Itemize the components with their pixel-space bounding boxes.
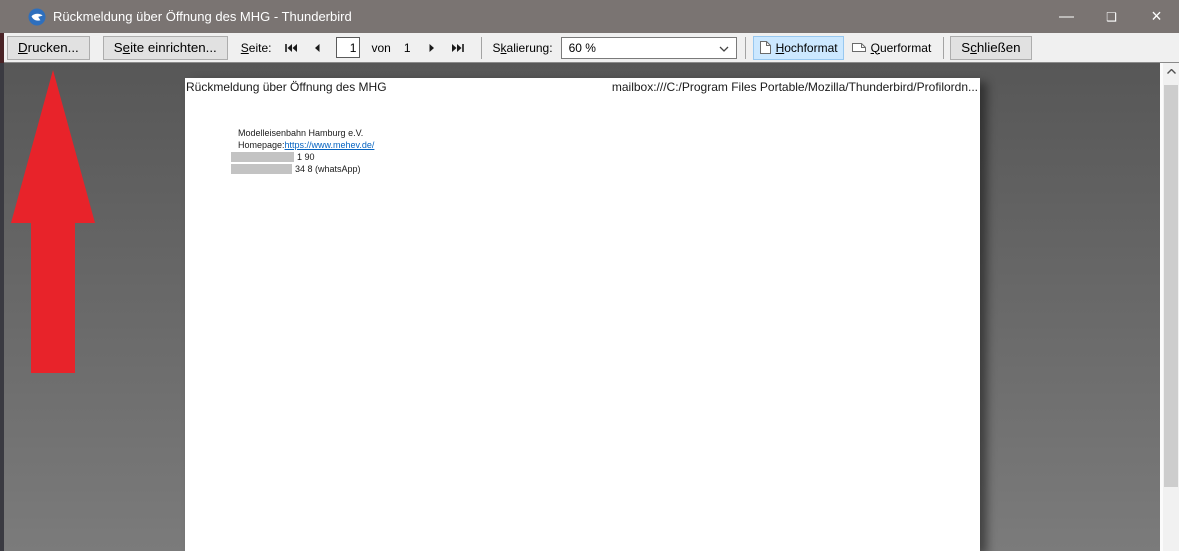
- redaction-box: [231, 152, 294, 162]
- phone-fragment: 1 90: [297, 152, 315, 162]
- portrait-page-icon: [759, 41, 771, 54]
- toolbar-separator: [943, 36, 945, 59]
- print-button-label: Drucken...: [18, 40, 79, 55]
- minimize-icon[interactable]: —: [1044, 0, 1089, 33]
- scale-dropdown-value: 60 %: [568, 40, 596, 55]
- red-arrow-annotation: [11, 70, 95, 373]
- page-label: Seite:: [240, 40, 272, 55]
- page-setup-button[interactable]: Seite einrichten...: [102, 35, 228, 60]
- homepage-link[interactable]: https://www.mehev.de/: [285, 139, 375, 151]
- print-preview-toolbar: Drucken... Seite einrichten... Seite: vo…: [0, 33, 1179, 63]
- thunderbird-app-icon: [28, 8, 46, 26]
- phone-line: 1 90: [231, 151, 374, 163]
- landscape-button[interactable]: Querformat: [845, 36, 938, 60]
- previous-page-icon[interactable]: [307, 38, 327, 58]
- whatsapp-line: 34 8 (whatsApp): [231, 163, 374, 175]
- print-button[interactable]: Drucken...: [7, 35, 90, 60]
- scroll-up-icon[interactable]: [1163, 63, 1179, 80]
- caption-buttons: — ❑ ×: [1044, 0, 1179, 33]
- toolbar-separator: [744, 36, 746, 59]
- page-header: Rückmeldung über Öffnung des MHG mailbox…: [186, 80, 978, 94]
- toolbar-separator: [480, 36, 482, 59]
- homepage-label: Homepage:: [238, 140, 285, 150]
- scale-label: Skalierung:: [492, 40, 553, 55]
- redaction-box: [231, 164, 292, 174]
- thunderbird-print-preview-window: Rückmeldung über Öffnung des MHG - Thund…: [0, 0, 1179, 551]
- org-name-line: Modelleisenbahn Hamburg e.V.: [238, 128, 364, 138]
- close-preview-button[interactable]: Schließen: [950, 35, 1032, 60]
- scale-dropdown[interactable]: 60 %: [560, 36, 737, 59]
- page-header-title: Rückmeldung über Öffnung des MHG: [186, 80, 387, 94]
- whatsapp-fragment: 34 8 (whatsApp): [295, 164, 361, 174]
- homepage-line: Homepage: https://www.mehev.de/: [238, 139, 374, 151]
- first-page-icon[interactable]: [281, 38, 301, 58]
- preview-area: Rückmeldung über Öffnung des MHG mailbox…: [0, 63, 1163, 551]
- portrait-button[interactable]: Hochformat: [752, 35, 844, 60]
- chevron-down-icon: [719, 46, 729, 52]
- page-setup-button-label: Seite einrichten...: [113, 40, 217, 55]
- page-preview: Rückmeldung über Öffnung des MHG mailbox…: [185, 78, 980, 551]
- landscape-button-label: Querformat: [870, 40, 932, 55]
- close-preview-button-label: Schließen: [961, 40, 1021, 55]
- total-pages: 1: [403, 40, 411, 55]
- window-title: Rückmeldung über Öffnung des MHG - Thund…: [53, 9, 352, 24]
- toolbar-left-edge-strip: [0, 33, 4, 63]
- close-icon[interactable]: ×: [1134, 0, 1179, 33]
- portrait-button-label: Hochformat: [775, 40, 838, 55]
- maximize-icon[interactable]: ❑: [1089, 0, 1134, 33]
- last-page-icon[interactable]: [448, 38, 468, 58]
- next-page-icon[interactable]: [422, 38, 442, 58]
- scrollbar-thumb[interactable]: [1164, 85, 1178, 487]
- vertical-scrollbar[interactable]: [1163, 63, 1179, 551]
- of-label: von: [371, 40, 391, 55]
- page-header-path: mailbox:///C:/Program Files Portable/Moz…: [611, 80, 978, 94]
- email-body: Modelleisenbahn Hamburg e.V. Homepage: h…: [231, 127, 374, 175]
- titlebar[interactable]: Rückmeldung über Öffnung des MHG - Thund…: [0, 0, 1179, 33]
- landscape-page-icon: [851, 43, 866, 52]
- page-number-input[interactable]: [336, 37, 361, 58]
